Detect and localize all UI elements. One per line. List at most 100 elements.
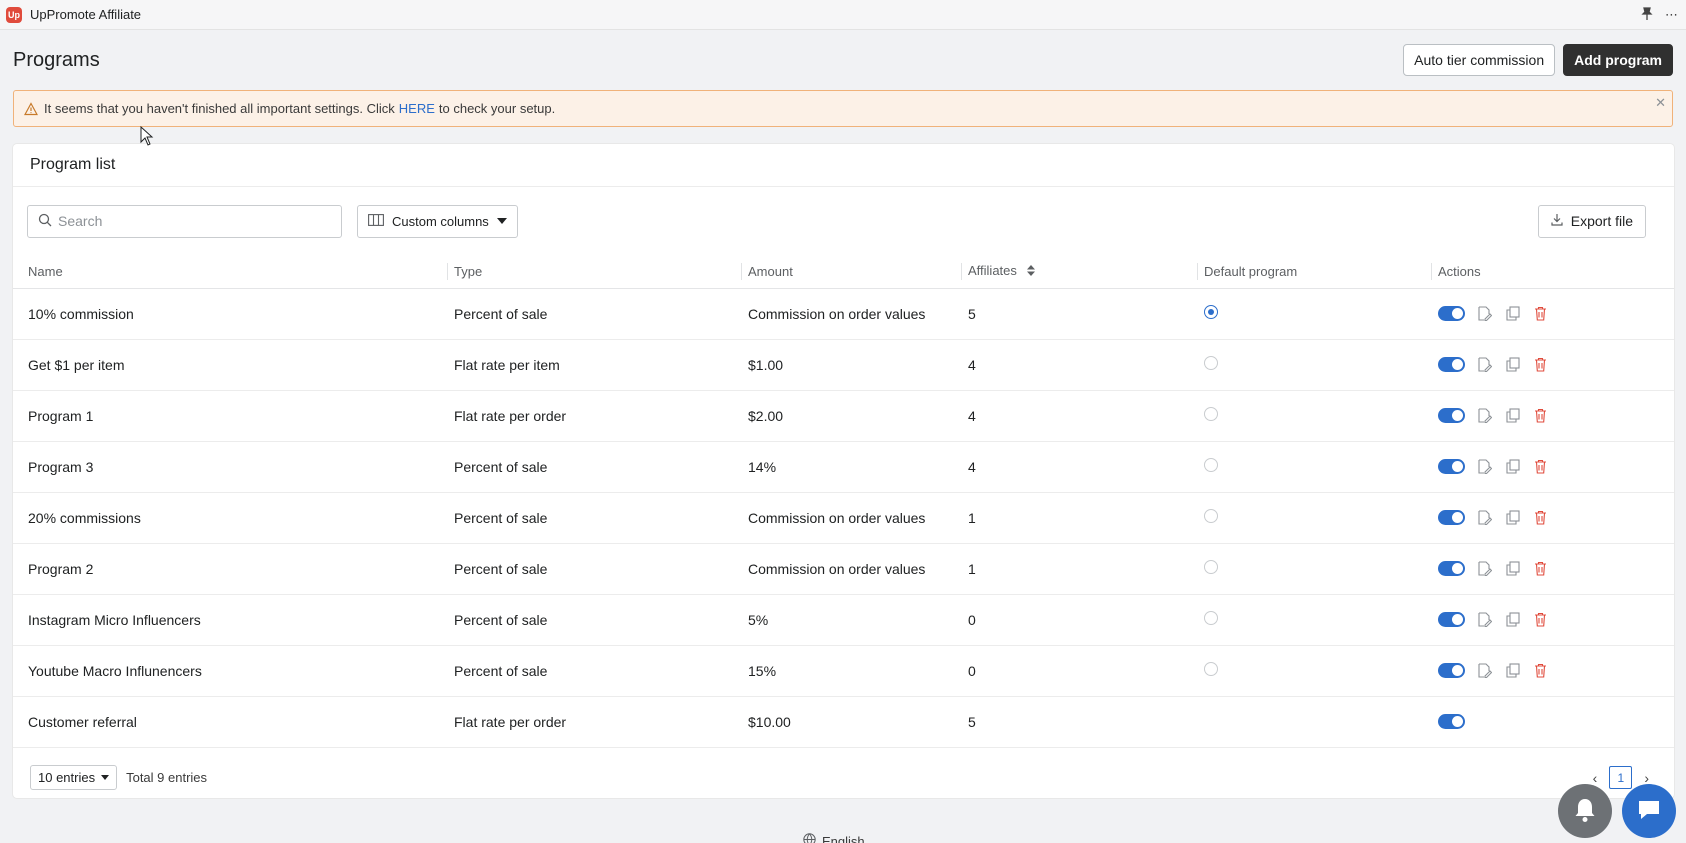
default-program-radio[interactable] [1204,560,1218,574]
page-button-current[interactable]: 1 [1609,766,1633,789]
banner-text: It seems that you haven't finished all i… [44,101,395,116]
program-active-toggle[interactable] [1438,357,1465,372]
cell-default [1197,492,1431,544]
cell-type: Flat rate per order [447,696,741,748]
program-active-toggle[interactable] [1438,510,1465,525]
delete-icon[interactable] [1532,407,1549,424]
cell-default [1197,339,1431,391]
banner-here-link[interactable]: HERE [399,101,435,116]
cell-actions [1431,492,1674,544]
cell-name[interactable]: Get $1 per item [13,339,447,391]
cell-default [1197,441,1431,493]
custom-columns-button[interactable]: Custom columns [357,204,518,238]
chat-icon [1636,798,1662,825]
duplicate-icon[interactable] [1504,407,1521,424]
duplicate-icon[interactable] [1504,560,1521,577]
language-selector[interactable]: English [803,833,865,843]
cell-actions [1431,645,1674,697]
program-table: Name Type Amount Affiliates Default prog… [13,255,1674,748]
edit-icon[interactable] [1476,458,1493,475]
cell-default [1197,543,1431,595]
cell-type: Percent of sale [447,441,741,493]
table-row: Youtube Macro Influnencers Percent of sal… [13,645,1674,697]
default-program-radio[interactable] [1204,305,1218,319]
column-header-name: Name [13,255,447,289]
edit-icon[interactable] [1476,662,1493,679]
column-header-default: Default program [1197,255,1431,289]
edit-icon[interactable] [1476,407,1493,424]
app-topbar: Up UpPromote Affiliate ⋯ [0,0,1686,30]
program-active-toggle[interactable] [1438,561,1465,576]
cell-name[interactable]: Youtube Macro Influnencers [13,645,447,697]
program-active-toggle[interactable] [1438,459,1465,474]
column-header-affiliates[interactable]: Affiliates [961,255,1197,289]
download-icon [1551,213,1563,229]
edit-icon[interactable] [1476,305,1493,322]
setup-warning-banner: It seems that you haven't finished all i… [13,90,1673,127]
cell-actions [1431,696,1674,748]
more-icon[interactable]: ⋯ [1665,7,1678,23]
duplicate-icon[interactable] [1504,611,1521,628]
add-program-button[interactable]: Add program [1563,44,1673,76]
delete-icon[interactable] [1532,305,1549,322]
program-active-toggle[interactable] [1438,612,1465,627]
search-input[interactable] [58,213,331,229]
duplicate-icon[interactable] [1504,662,1521,679]
cell-type: Percent of sale [447,543,741,595]
cell-amount: $10.00 [741,696,961,748]
cell-type: Flat rate per order [447,390,741,442]
chat-button[interactable] [1622,784,1676,838]
banner-text-after: to check your setup. [438,101,556,116]
program-active-toggle[interactable] [1438,408,1465,423]
edit-icon[interactable] [1476,611,1493,628]
delete-icon[interactable] [1532,560,1549,577]
cell-amount: 5% [741,594,961,646]
default-program-radio[interactable] [1204,611,1218,625]
default-program-radio[interactable] [1204,356,1218,370]
cell-name[interactable]: Customer referral [13,696,447,748]
program-active-toggle[interactable] [1438,714,1465,729]
cell-name[interactable]: Instagram Micro Influencers [13,594,447,646]
search-box [27,204,342,238]
table-row: Customer referral Flat rate per order $10.… [13,696,1674,748]
delete-icon[interactable] [1532,509,1549,526]
prev-page-button[interactable]: ‹ [1593,770,1598,786]
cell-affiliates: 4 [961,339,1197,391]
table-header-row: Name Type Amount Affiliates Default prog… [13,255,1674,289]
delete-icon[interactable] [1532,662,1549,679]
cell-affiliates: 5 [961,288,1197,340]
cell-name[interactable]: 10% commission [13,288,447,340]
auto-tier-commission-button[interactable]: Auto tier commission [1403,44,1556,76]
cell-amount: $2.00 [741,390,961,442]
default-program-radio[interactable] [1204,458,1218,472]
default-program-radio[interactable] [1204,407,1218,421]
program-active-toggle[interactable] [1438,663,1465,678]
cell-type: Percent of sale [447,645,741,697]
duplicate-icon[interactable] [1504,509,1521,526]
delete-icon[interactable] [1532,458,1549,475]
duplicate-icon[interactable] [1504,305,1521,322]
export-file-button[interactable]: Export file [1537,204,1646,238]
edit-icon[interactable] [1476,356,1493,373]
cell-amount: 14% [741,441,961,493]
sort-icon[interactable] [1026,264,1035,279]
cell-name[interactable]: 20% commissions [13,492,447,544]
delete-icon[interactable] [1532,611,1549,628]
notification-button[interactable] [1558,784,1612,838]
edit-icon[interactable] [1476,509,1493,526]
bell-icon [1573,797,1597,826]
program-active-toggle[interactable] [1438,306,1465,321]
edit-icon[interactable] [1476,560,1493,577]
cell-name[interactable]: Program 3 [13,441,447,493]
delete-icon[interactable] [1532,356,1549,373]
cell-name[interactable]: Program 2 [13,543,447,595]
close-icon[interactable]: ✕ [1655,95,1666,111]
duplicate-icon[interactable] [1504,458,1521,475]
card-title: Program list [13,144,1674,187]
pin-icon[interactable] [1641,6,1653,23]
default-program-radio[interactable] [1204,509,1218,523]
entries-per-page-select[interactable]: 10 entries [30,765,118,790]
cell-name[interactable]: Program 1 [13,390,447,442]
default-program-radio[interactable] [1204,662,1218,676]
duplicate-icon[interactable] [1504,356,1521,373]
